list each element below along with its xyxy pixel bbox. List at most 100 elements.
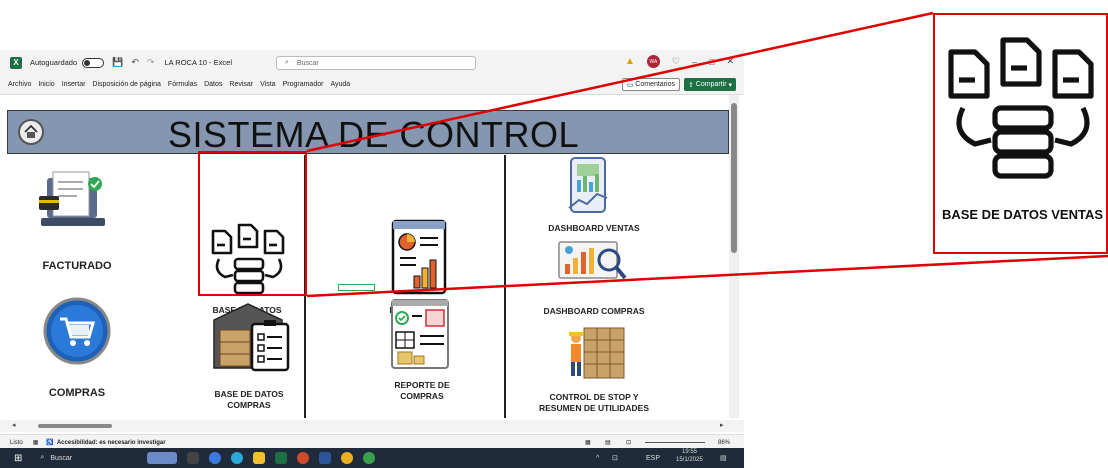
comments-button[interactable]: ▭ Comentarios [621,78,680,91]
menu-inicio[interactable]: Inicio [38,81,54,88]
windows-taskbar: ⊞ ⌕ Buscar ^ ⊡ ESP 19:55 15/1/2025 ▤ [0,448,744,468]
copilot-icon[interactable]: ♡ [672,56,680,67]
facturado-icon[interactable] [39,170,111,240]
tray-chevron-icon[interactable]: ^ [596,455,599,462]
label-reporte-compras[interactable]: REPORTE DE COMPRAS [377,380,467,401]
chevron-down-icon: ▾ [726,81,732,89]
excel-window: X Autoguardado 💾 ↶ ↷ LA ROCA 10 - Excel … [0,50,744,468]
menu-ayuda[interactable]: Ayuda [330,81,350,88]
taskbar-search-placeholder[interactable]: Buscar [50,455,72,462]
maximize-icon[interactable]: □ [709,57,714,67]
accessibility-icon[interactable]: ♿ [46,439,53,446]
edge-icon[interactable] [231,452,244,464]
menu-archivo[interactable]: Archivo [8,81,31,88]
warning-icon[interactable]: ▲ [625,56,635,67]
chrome-icon[interactable] [341,452,354,464]
powerpoint-icon[interactable] [297,452,310,464]
divider-right [504,155,506,418]
status-ready: Listo [10,439,23,446]
autosave-label: Autoguardado [30,58,78,67]
undo-icon[interactable]: ↶ [131,57,139,68]
document-title: LA ROCA 10 - Excel [164,58,232,67]
vertical-scroll-thumb[interactable] [731,103,737,253]
highlight-box [198,151,307,296]
page-layout-icon[interactable]: ▤ [605,439,611,446]
network-icon[interactable]: ⊡ [612,454,618,462]
window-controls: ▲ WA ♡ – □ ✕ [625,55,734,68]
label-base-datos-compras[interactable]: BASE DE DATOS COMPRAS [204,389,294,410]
shopping-cart-icon[interactable] [43,297,111,365]
app-name: Excel [213,58,232,67]
zoom-level[interactable]: 86% [718,440,730,446]
search-icon: ⌕ [285,59,289,66]
close-icon[interactable]: ✕ [726,56,734,67]
vertical-scrollbar[interactable] [729,95,739,418]
page-break-icon[interactable]: ⊡ [626,439,631,446]
share-label: Compartir [695,81,727,88]
menu-formulas[interactable]: Fórmulas [168,81,197,88]
purchases-report-icon[interactable] [388,296,452,372]
file-explorer-icon[interactable] [253,452,266,464]
sheet-area: SISTEMA DE CONTROL FACTURADO DASHBOARD V… [7,110,729,418]
excel-app-icon[interactable] [275,452,288,464]
comments-icon: ▭ [626,81,636,89]
save-icon[interactable]: 💾 [112,57,123,68]
label-dashboard-ventas[interactable]: DASHBOARD VENTAS [534,223,654,234]
copilot-app-icon[interactable] [209,452,222,464]
word-icon[interactable] [319,452,332,464]
scroll-left-icon[interactable]: ◂ [12,421,16,429]
share-icon: ⇪ [687,81,696,89]
task-view-icon[interactable] [187,452,200,464]
database-sales-zoom-icon [948,37,1094,179]
filename-separator: - [206,58,214,67]
user-avatar[interactable]: WA [646,55,660,68]
language-indicator[interactable]: ESP [646,455,660,462]
menu-insertar[interactable]: Insertar [62,81,86,88]
clock-date[interactable]: 15/1/2025 [676,457,703,463]
taskbar-search-icon[interactable]: ⌕ [40,454,44,462]
label-control-stop[interactable]: CONTROL DE STOP Y RESUMEN DE UTILIDADES [534,392,654,413]
chrome-profile-icon[interactable] [363,452,376,464]
accessibility-status[interactable]: Accesibilidad: es necesario investigar [57,440,166,446]
menu-bar: Archivo Inicio Insertar Disposición de p… [0,75,744,95]
windows-start-icon[interactable]: ⊞ [14,453,22,464]
zoom-callout: BASE DE DATOS VENTAS [933,13,1108,254]
minimize-icon[interactable]: – [692,57,697,67]
title-bar: X Autoguardado 💾 ↶ ↷ LA ROCA 10 - Excel … [0,50,744,75]
sales-report-icon[interactable] [390,218,448,296]
stock-control-icon[interactable] [564,324,626,382]
home-button[interactable] [18,119,44,145]
clock-time[interactable]: 19:55 [682,449,697,455]
page-title: SISTEMA DE CONTROL [168,114,580,155]
label-dashboard-compras[interactable]: DASHBOARD COMPRAS [532,306,656,317]
dashboard-purchases-icon[interactable] [555,236,629,288]
scroll-right-icon[interactable]: ▸ [720,421,724,429]
horizontal-scrollbar[interactable]: ◂ ▸ [0,420,744,432]
screenshot-stage: X Autoguardado 💾 ↶ ↷ LA ROCA 10 - Excel … [0,0,1108,468]
sheet-view-icon[interactable]: ▦ [33,439,39,446]
title-banner: SISTEMA DE CONTROL [7,110,729,155]
label-compras[interactable]: COMPRAS [27,387,127,401]
menu-programador[interactable]: Programador [283,81,324,88]
horizontal-scroll-thumb[interactable] [38,424,112,428]
database-purchases-icon[interactable] [212,300,292,372]
empty-shape[interactable] [338,284,375,291]
autosave-toggle[interactable] [82,57,105,68]
taskbar-widget-icon[interactable] [147,452,178,464]
notification-icon[interactable]: ▤ [720,454,727,462]
menu-revisar[interactable]: Revisar [229,81,253,88]
home-icon [24,124,38,138]
share-button[interactable]: ⇪ Compartir ▾ [683,78,736,91]
search-box[interactable]: ⌕ Buscar [276,56,476,70]
menu-disposicion[interactable]: Disposición de página [92,81,161,88]
redo-icon[interactable]: ↷ [147,57,155,68]
menu-datos[interactable]: Datos [204,81,222,88]
label-facturado[interactable]: FACTURADO [27,260,127,274]
zoom-callout-label: BASE DE DATOS VENTAS [941,207,1104,222]
menu-vista[interactable]: Vista [260,81,275,88]
search-placeholder: Buscar [296,59,319,67]
dashboard-sales-icon[interactable] [565,156,611,214]
normal-view-icon[interactable]: ▦ [585,439,591,446]
zoom-slider[interactable] [645,442,705,443]
menu-right-actions: ▭ Comentarios ⇪ Compartir ▾ [621,78,736,91]
